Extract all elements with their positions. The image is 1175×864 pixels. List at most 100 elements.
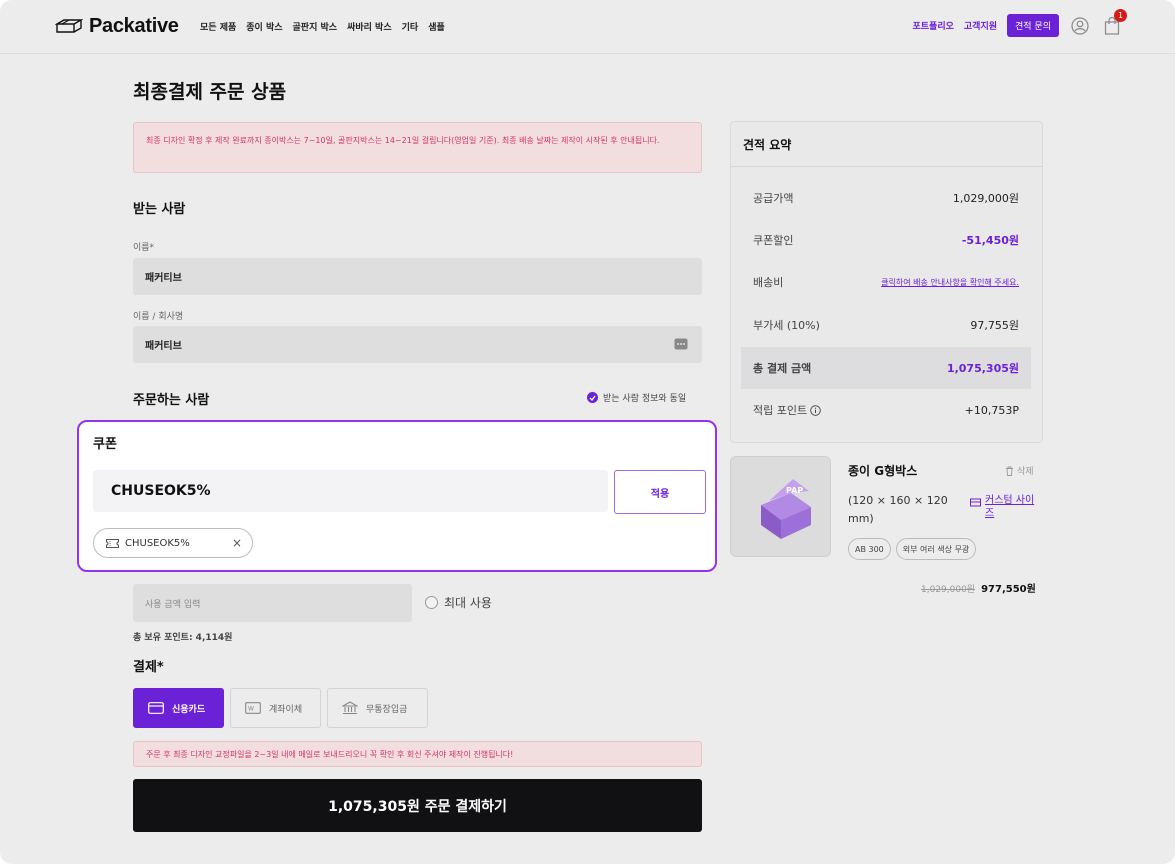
orderer-section-title: 주문하는 사람	[133, 393, 210, 408]
shipping-info-link[interactable]: 클릭하여 배송 안내사항을 확인해 주세요.	[881, 277, 1019, 288]
box-logo-icon	[55, 19, 83, 33]
svg-text:W: W	[248, 706, 254, 713]
summary-label-wrap: 적립 포인트	[753, 402, 821, 418]
coupon-panel: 쿠폰 CHUSEOK5% 적용 CHUSEOK5% ×	[77, 420, 717, 572]
summary-row-coupon: 쿠폰할인 -51,450원	[741, 219, 1031, 261]
product-thumbnail: PAP	[730, 456, 831, 557]
summary-label: 총 결제 금액	[753, 362, 812, 375]
nav-item-corrugated-box[interactable]: 골판지 박스	[293, 20, 338, 33]
summary-divider	[731, 166, 1042, 167]
recipient-section-title: 받는 사람	[133, 202, 186, 217]
summary-value: +10,753P	[964, 403, 1019, 417]
bank-transfer-icon: W	[245, 702, 261, 714]
product-prices: 1,029,000원 977,550원	[921, 580, 1036, 595]
production-notice: 최종 디자인 확정 후 제작 완료까지 종이박스는 7~10일, 골판지박스는 …	[133, 122, 702, 173]
payment-section-title: 결제*	[133, 660, 164, 675]
summary-value: -51,450원	[961, 234, 1019, 247]
summary-label: 적립 포인트	[753, 404, 808, 417]
recipient-company-label: 이름 / 회사명	[133, 312, 184, 322]
submit-order-button[interactable]: 1,075,305원 주문 결제하기	[133, 779, 702, 832]
logo-text: Packative	[89, 14, 179, 37]
page-title: 최종결제 주문 상품	[133, 81, 287, 103]
payment-bank-transfer[interactable]: W 계좌이체	[230, 688, 321, 728]
nav-item-paper-box[interactable]: 종이 박스	[246, 20, 282, 33]
product-delete-label: 삭제	[1017, 467, 1034, 477]
screen: Packative 모든 제품 종이 박스 골판지 박스 싸바리 박스 기타 샘…	[0, 0, 1175, 864]
info-icon[interactable]	[810, 404, 821, 416]
coupon-code-value: CHUSEOK5%	[111, 483, 211, 499]
applied-coupon-chip: CHUSEOK5% ×	[93, 528, 253, 558]
held-points-text: 총 보유 포인트: 4,114원	[133, 633, 233, 643]
recipient-name-value: 패커티브	[145, 273, 182, 284]
purple-box-image: PAP	[761, 479, 811, 539]
nav-item-all-products[interactable]: 모든 제품	[200, 20, 236, 33]
account-button[interactable]	[1069, 15, 1091, 37]
bank-icon	[342, 701, 358, 715]
coupon-code-input[interactable]: CHUSEOK5%	[93, 470, 608, 512]
ruler-icon	[970, 498, 981, 507]
support-link[interactable]: 고객지원	[964, 19, 997, 32]
coupon-apply-button[interactable]: 적용	[614, 470, 706, 514]
payment-methods: 신용카드 W 계좌이체 무통장입금	[133, 688, 428, 728]
summary-row-points: 적립 포인트 +10,753P	[741, 389, 1031, 431]
payment-notice: 주문 후 최종 디자인 교정파일을 2~3일 내에 메일로 보내드리오니 꼭 확…	[133, 741, 702, 767]
payment-bank-transfer-label: 계좌이체	[269, 704, 303, 715]
summary-row-supply: 공급가액 1,029,000원	[741, 177, 1031, 219]
check-icon	[587, 392, 598, 403]
cart-button[interactable]: 1	[1101, 8, 1127, 37]
ticket-icon	[106, 538, 119, 548]
cart-product: PAP 종이 G형박스 삭제 (120 × 160 × 120 mm) 커스텀 …	[730, 456, 1050, 596]
original-price: 1,029,000원	[921, 585, 976, 595]
summary-label: 쿠폰할인	[753, 234, 794, 247]
svg-text:PAP: PAP	[786, 486, 803, 495]
product-size: (120 × 160 × 120 mm)	[848, 494, 948, 525]
summary-label: 부가세 (10%)	[753, 319, 820, 332]
cart-badge: 1	[1114, 8, 1127, 22]
max-use-radio[interactable]: 최대 사용	[425, 594, 492, 611]
product-name: 종이 G형박스	[848, 464, 918, 478]
autofill-icon[interactable]	[674, 338, 688, 350]
trash-icon	[1006, 466, 1013, 476]
summary-label: 배송비	[753, 276, 784, 289]
nav-item-rigid-box[interactable]: 싸바리 박스	[347, 20, 392, 33]
quote-summary: 견적 요약 공급가액 1,029,000원 쿠폰할인 -51,450원 배송비 …	[730, 121, 1043, 443]
summary-title: 견적 요약	[743, 138, 792, 152]
product-options: AB 300 외부 여러 색상 무광	[848, 538, 977, 560]
top-header: Packative 모든 제품 종이 박스 골판지 박스 싸바리 박스 기타 샘…	[0, 0, 1175, 54]
option-chip: 외부 여러 색상 무광	[895, 538, 977, 560]
nav-item-etc[interactable]: 기타	[402, 20, 419, 33]
credit-card-icon	[148, 702, 164, 714]
payment-deposit-label: 무통장입금	[366, 704, 408, 715]
product-delete-button[interactable]: 삭제	[1005, 464, 1034, 477]
same-as-recipient-label: 받는 사람 정보와 동일	[603, 394, 687, 404]
summary-value: 97,755원	[970, 319, 1019, 332]
max-use-label: 최대 사용	[444, 596, 492, 610]
portfolio-link[interactable]: 포트폴리오	[912, 19, 953, 32]
summary-label: 공급가액	[753, 192, 794, 205]
custom-size-link[interactable]: 커스텀 사이즈	[970, 494, 1042, 520]
summary-value: 1,075,305원	[946, 362, 1019, 375]
summary-row-vat: 부가세 (10%) 97,755원	[741, 304, 1031, 346]
payment-deposit[interactable]: 무통장입금	[327, 688, 428, 728]
applied-coupon-code: CHUSEOK5%	[125, 537, 190, 549]
recipient-name-label: 이름*	[133, 243, 155, 253]
summary-row-total: 총 결제 금액 1,075,305원	[741, 347, 1031, 389]
logo[interactable]: Packative	[55, 14, 179, 38]
summary-row-shipping: 배송비 클릭하여 배송 안내사항을 확인해 주세요.	[741, 261, 1031, 303]
recipient-company-field[interactable]: 패커티브	[133, 326, 702, 363]
remove-coupon-icon[interactable]: ×	[232, 536, 242, 550]
discounted-price: 977,550원	[981, 584, 1036, 595]
points-amount-placeholder: 사용 금액 입력	[145, 599, 201, 610]
payment-credit-card-label: 신용카드	[172, 704, 206, 715]
same-as-recipient-checkbox[interactable]: 받는 사람 정보와 동일	[587, 391, 686, 404]
radio-icon	[425, 596, 438, 609]
quote-button[interactable]: 견적 문의	[1007, 14, 1059, 37]
payment-credit-card[interactable]: 신용카드	[133, 688, 224, 728]
coupon-title: 쿠폰	[93, 437, 117, 452]
recipient-name-field[interactable]: 패커티브	[133, 258, 702, 295]
nav-item-sample[interactable]: 샘플	[428, 20, 445, 33]
points-amount-input[interactable]: 사용 금액 입력	[133, 584, 412, 622]
summary-value: 1,029,000원	[952, 192, 1019, 205]
recipient-company-value: 패커티브	[145, 341, 182, 352]
option-chip: AB 300	[848, 538, 891, 560]
